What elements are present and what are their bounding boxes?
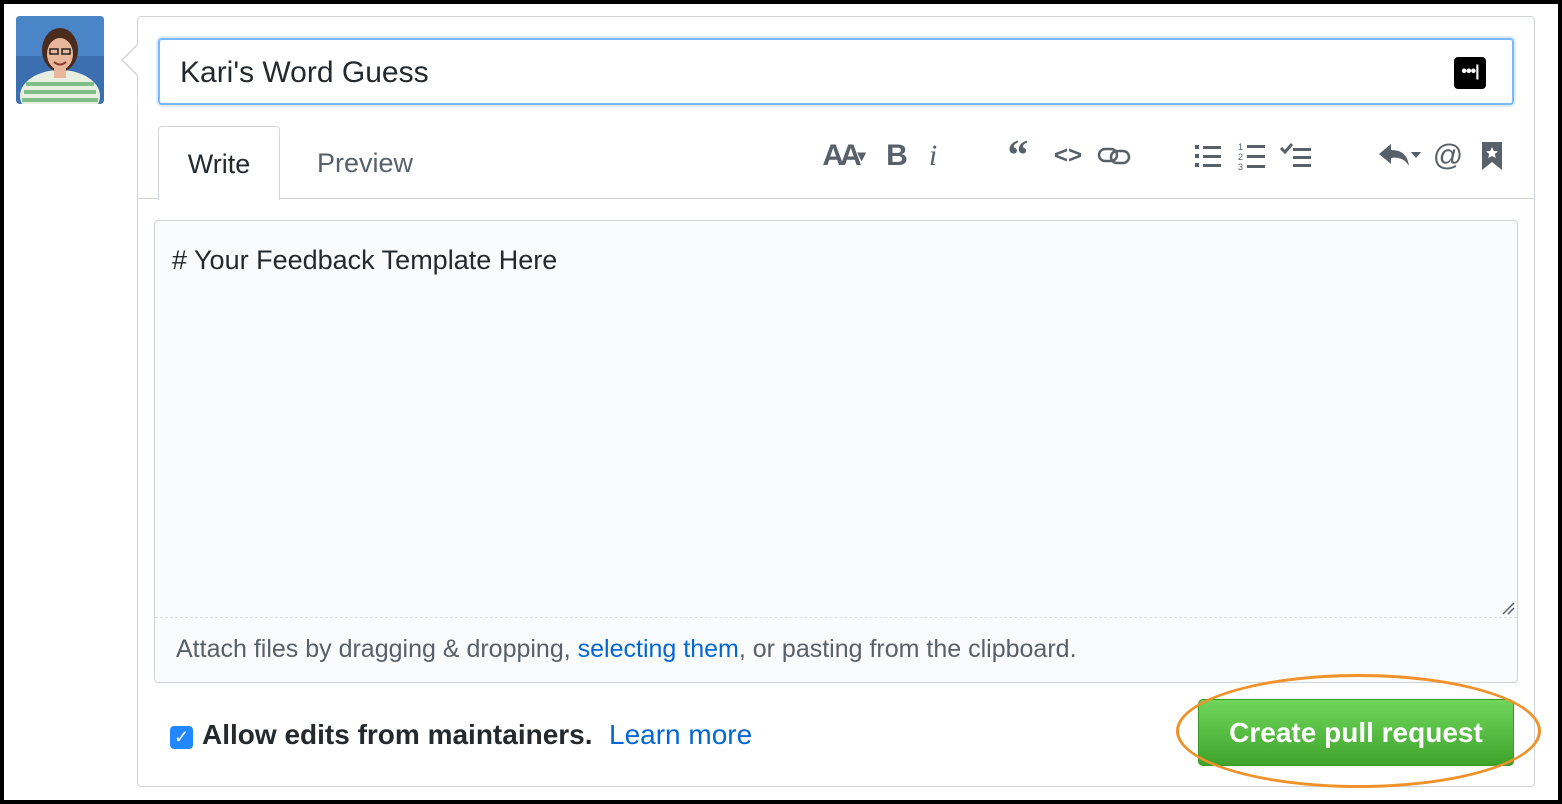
svg-text:2: 2 xyxy=(1238,152,1243,162)
heading-button[interactable]: AA▾ xyxy=(814,136,874,176)
comment-body-text[interactable]: # Your Feedback Template Here xyxy=(172,245,557,276)
ordered-list-button[interactable]: 1 2 3 xyxy=(1234,136,1270,176)
saved-replies-button[interactable] xyxy=(1476,136,1508,176)
quote-button[interactable]: “ xyxy=(1000,133,1036,179)
learn-more-link[interactable]: Learn more xyxy=(609,719,752,751)
comment-body-textarea[interactable]: # Your Feedback Template Here Attach fil… xyxy=(154,220,1518,683)
svg-text:3: 3 xyxy=(1238,162,1243,171)
task-list-icon xyxy=(1279,143,1311,167)
allow-edits-checkbox[interactable]: ✓ xyxy=(170,726,193,749)
code-icon: <> xyxy=(1053,142,1083,169)
task-list-button[interactable] xyxy=(1276,136,1316,176)
link-icon xyxy=(1097,147,1131,165)
svg-text:1: 1 xyxy=(1238,142,1243,152)
allow-edits-label[interactable]: Allow edits from maintainers. xyxy=(202,719,593,751)
bold-button[interactable]: B xyxy=(882,136,912,176)
reply-button[interactable] xyxy=(1376,136,1424,176)
highlight-annotation xyxy=(1176,674,1541,788)
title-input[interactable]: Kari's Word Guess •••| xyxy=(158,38,1514,105)
bookmark-icon xyxy=(1482,142,1502,170)
resize-handle-icon[interactable] xyxy=(1501,601,1515,615)
unordered-list-button[interactable] xyxy=(1190,136,1226,176)
selecting-them-link[interactable]: selecting them xyxy=(578,635,739,663)
attach-files-bar: Attach files by dragging & dropping, sel… xyxy=(176,635,1077,663)
link-button[interactable] xyxy=(1094,136,1134,176)
bold-icon: B xyxy=(886,139,908,172)
ordered-list-icon: 1 2 3 xyxy=(1238,142,1265,172)
tab-preview[interactable]: Preview xyxy=(300,126,430,200)
tab-write[interactable]: Write xyxy=(158,126,280,200)
attach-divider xyxy=(155,617,1517,618)
avatar[interactable] xyxy=(16,16,104,104)
password-manager-icon[interactable]: •••| xyxy=(1454,57,1486,89)
mention-icon: @ xyxy=(1432,139,1464,172)
quote-icon: “ xyxy=(1007,133,1029,179)
title-input-value[interactable]: Kari's Word Guess xyxy=(180,56,429,90)
italic-icon: i xyxy=(928,139,938,172)
italic-button[interactable]: i xyxy=(918,136,948,176)
text-size-icon: AA xyxy=(822,139,861,172)
reply-icon xyxy=(1379,144,1421,166)
code-button[interactable]: <> xyxy=(1050,136,1086,176)
mention-button[interactable]: @ xyxy=(1430,136,1466,176)
unordered-list-icon xyxy=(1195,145,1221,167)
